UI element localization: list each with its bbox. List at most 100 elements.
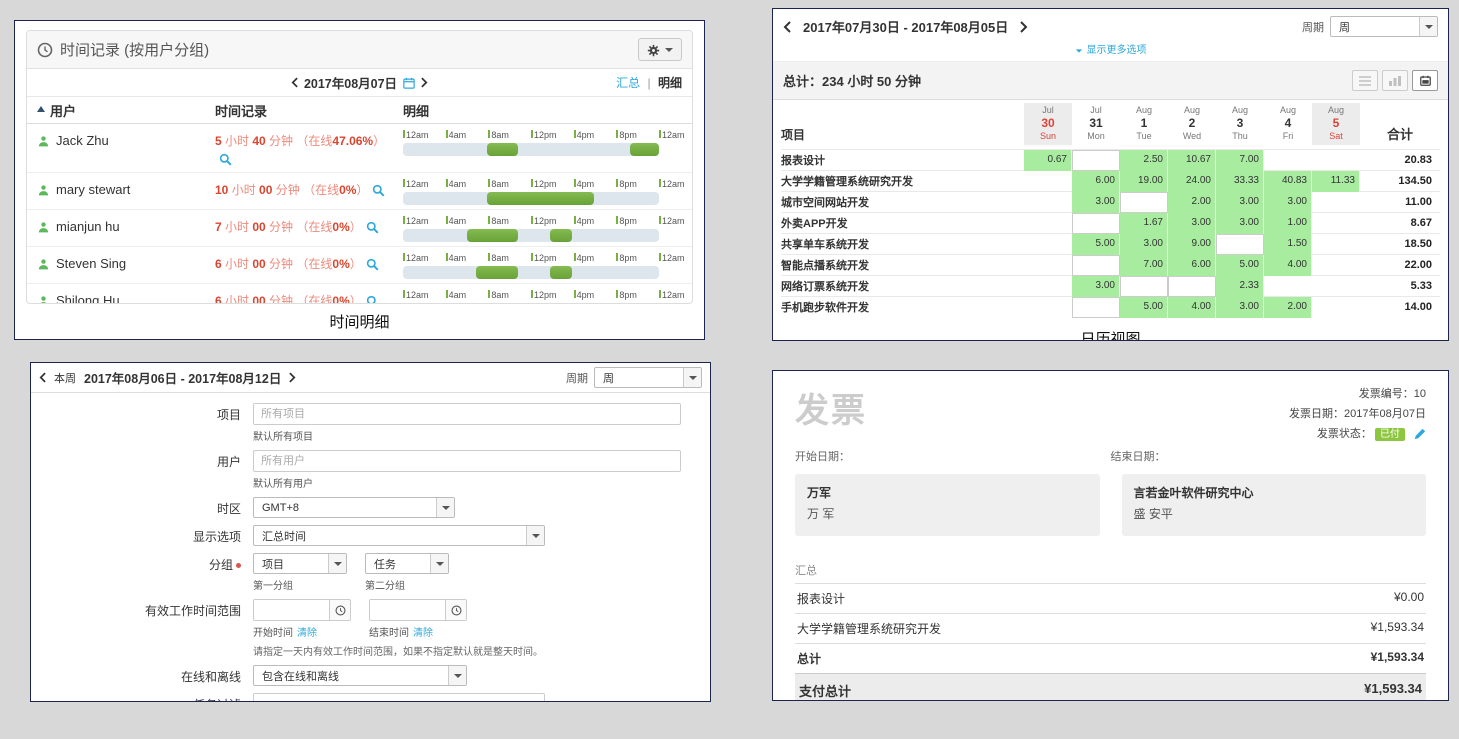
summary-view-link[interactable]: 汇总	[616, 76, 640, 90]
search-icon[interactable]	[366, 257, 379, 271]
hours-cell: 7.00	[1216, 150, 1264, 171]
edit-icon[interactable]	[1414, 428, 1426, 440]
panel-report-options: 本周 2017年08月06日 - 2017年08月12日 周期 周 项目 默认	[30, 362, 711, 702]
report-form: 项目 默认所有项目 用户 默认所有用户 时区 GMT+8	[31, 393, 710, 702]
period-select[interactable]: 周	[1330, 16, 1438, 37]
person-icon	[37, 293, 50, 304]
invoice-meta: 发票编号：10 发票日期：2017年08月07日 发票状态： 已付	[1289, 385, 1426, 444]
start-time-input[interactable]	[253, 599, 329, 621]
display-option-select[interactable]: 汇总时间	[253, 525, 545, 546]
start-time-clear-link[interactable]: 清除	[297, 628, 317, 639]
next-day-button[interactable]	[421, 77, 428, 88]
search-icon[interactable]	[366, 294, 379, 304]
timeline-cell: 12am4am8am12pm4pm8pm12am	[403, 215, 682, 242]
project-input[interactable]	[253, 403, 681, 425]
list-view-button[interactable]	[1352, 70, 1378, 91]
first-group-select[interactable]: 项目	[253, 553, 347, 574]
detail-view-link[interactable]: 明细	[658, 76, 682, 90]
hours-cell: 4.00	[1168, 297, 1216, 318]
second-group-select[interactable]: 任务	[365, 553, 449, 574]
task-filter-input[interactable]	[253, 693, 545, 702]
empty-cell	[1312, 150, 1360, 171]
hours-cell: 19.00	[1120, 171, 1168, 192]
first-group-value: 项目	[262, 556, 284, 572]
project-name: 智能点播系统开发	[781, 257, 1024, 273]
calendar-table: 项目Jul30SunJul31MonAug1TueAug2WedAug3ThuA…	[773, 100, 1448, 323]
empty-cell	[1312, 297, 1360, 318]
search-icon[interactable]	[219, 152, 232, 166]
empty-cell	[1264, 276, 1312, 297]
empty-cell	[1312, 255, 1360, 276]
line-label: 总计	[797, 650, 821, 667]
hours-cell: 40.83	[1264, 171, 1312, 192]
clock-icon	[37, 41, 53, 58]
row-total: 134.50	[1360, 175, 1440, 187]
time-record: 7 小时 00 分钟 （在线0%）	[215, 215, 403, 242]
timeline-segment	[550, 266, 572, 279]
time-card-header: 时间记录 (按用户分组)	[27, 31, 692, 69]
caret-down-icon	[436, 498, 454, 517]
panel-title: 时间记录 (按用户分组)	[60, 39, 209, 60]
online-offline-select[interactable]: 包含在线和离线	[253, 665, 467, 686]
panel-invoice: 发票 发票编号：10 发票日期：2017年08月07日 发票状态： 已付 开始日…	[772, 370, 1449, 701]
calendar-row: 外卖APP开发1.673.003.001.008.67	[781, 212, 1440, 233]
total-label: 总计：	[783, 74, 822, 89]
timeline-cell: 12am4am8am12pm4pm8pm12am	[403, 129, 682, 168]
display-option-value: 汇总时间	[262, 528, 306, 544]
chart-view-button[interactable]	[1382, 70, 1408, 91]
calendar-view-button[interactable]	[1412, 70, 1438, 91]
row-total: 14.00	[1360, 301, 1440, 313]
prev-week-button[interactable]	[783, 21, 791, 33]
timezone-select[interactable]: GMT+8	[253, 497, 455, 518]
next-week-button[interactable]	[1020, 21, 1028, 33]
end-time-clear-link[interactable]: 清除	[413, 628, 433, 639]
user-name: Steven Sing	[56, 256, 126, 271]
table-row: mary stewart10 小时 00 分钟 （在线0%）12am4am8am…	[27, 173, 692, 210]
line-label: 报表设计	[797, 590, 845, 607]
row-total: 8.67	[1360, 217, 1440, 229]
empty-cell	[1216, 234, 1264, 255]
project-name: 外卖APP开发	[781, 215, 1024, 231]
col-user[interactable]: 用户	[50, 104, 76, 119]
user-cell: Shilong Hu	[37, 289, 215, 304]
line-amount: ¥1,593.34	[1371, 620, 1424, 637]
day-header: Aug4Fri	[1264, 103, 1312, 145]
row-total: 11.00	[1360, 196, 1440, 208]
col-record: 时间记录	[215, 101, 403, 120]
end-time-input[interactable]	[369, 599, 445, 621]
start-time-clock-button[interactable]	[329, 599, 351, 621]
time-table-body: Jack Zhu5 小时 40 分钟 （在线47.06%）12am4am8am1…	[27, 124, 692, 304]
search-icon[interactable]	[372, 183, 385, 197]
end-time-clock-button[interactable]	[445, 599, 467, 621]
line-amount: ¥1,593.34	[1371, 650, 1424, 667]
prev-week-button[interactable]	[39, 372, 46, 383]
second-group-value: 任务	[374, 556, 396, 572]
hours-cell: 1.67	[1120, 213, 1168, 234]
search-icon[interactable]	[366, 220, 379, 234]
user-help: 默认所有用户	[253, 475, 681, 490]
row-total: 5.33	[1360, 280, 1440, 292]
caret-down-icon	[430, 554, 448, 573]
next-week-button[interactable]	[289, 372, 296, 383]
settings-button[interactable]	[638, 38, 682, 61]
table-row: Shilong Hu6 小时 00 分钟 （在线0%）12am4am8am12p…	[27, 284, 692, 304]
timeline-segment	[630, 143, 659, 156]
project-field-label: 项目	[31, 403, 253, 443]
empty-cell	[1024, 276, 1072, 297]
caret-down-icon	[448, 666, 466, 685]
empty-cell	[1024, 234, 1072, 255]
line-amount: ¥0.00	[1394, 590, 1424, 607]
hours-cell: 1.00	[1264, 213, 1312, 234]
show-more-options-link[interactable]: 显示更多选项	[773, 40, 1448, 62]
user-input[interactable]	[253, 450, 681, 472]
person-icon	[37, 133, 50, 148]
time-record: 10 小时 00 分钟 （在线0%）	[215, 178, 403, 205]
calendar-icon[interactable]	[403, 76, 415, 90]
user-name: mary stewart	[56, 182, 130, 197]
table-row: mianjun hu7 小时 00 分钟 （在线0%）12am4am8am12p…	[27, 210, 692, 247]
period-select[interactable]: 周	[594, 367, 702, 388]
user-name: Jack Zhu	[56, 133, 109, 148]
calendar-row: 手机跑步软件开发5.004.003.002.0014.00	[781, 296, 1440, 317]
total-bar: 总计：234 小时 50 分钟	[773, 62, 1448, 100]
prev-day-button[interactable]	[291, 77, 298, 88]
